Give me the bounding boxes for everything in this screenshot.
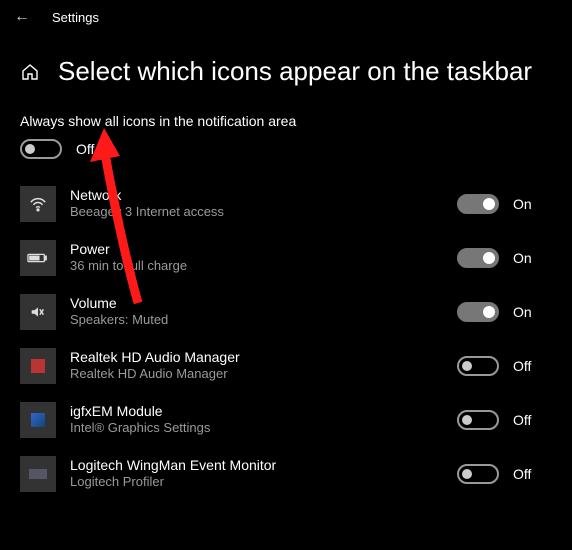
item-title: igfxEM Module [70, 403, 457, 421]
app-name: Settings [52, 10, 99, 25]
item-toggle-state: Off [513, 466, 531, 482]
item-title: Power [70, 241, 457, 259]
list-item: Network Beeagey 3 Internet access On [20, 177, 552, 231]
item-title: Realtek HD Audio Manager [70, 349, 457, 367]
item-subtitle: Beeagey 3 Internet access [70, 204, 457, 221]
master-toggle-label: Always show all icons in the notificatio… [20, 113, 552, 129]
item-toggle-state: On [513, 250, 532, 266]
item-toggle[interactable] [457, 302, 499, 322]
item-toggle-state: On [513, 196, 532, 212]
item-subtitle: Speakers: Muted [70, 312, 457, 329]
item-toggle[interactable] [457, 248, 499, 268]
item-subtitle: Realtek HD Audio Manager [70, 366, 457, 383]
back-button[interactable]: ← [12, 8, 32, 26]
item-title: Volume [70, 295, 457, 313]
item-subtitle: Intel® Graphics Settings [70, 420, 457, 437]
item-toggle[interactable] [457, 410, 499, 430]
item-toggle[interactable] [457, 194, 499, 214]
list-item: Logitech WingMan Event Monitor Logitech … [20, 447, 552, 501]
logitech-icon [20, 456, 56, 492]
item-subtitle: 36 min to full charge [70, 258, 457, 275]
item-toggle[interactable] [457, 356, 499, 376]
item-toggle-state: Off [513, 358, 531, 374]
volume-mute-icon [20, 294, 56, 330]
master-toggle-section: Always show all icons in the notificatio… [20, 113, 552, 159]
page-title: Select which icons appear on the taskbar [58, 56, 532, 87]
item-toggle[interactable] [457, 464, 499, 484]
intel-icon [20, 402, 56, 438]
window-header: ← Settings [0, 0, 572, 34]
master-toggle[interactable] [20, 139, 62, 159]
home-icon[interactable] [20, 62, 40, 82]
master-toggle-state: Off [76, 141, 94, 157]
item-title: Network [70, 187, 457, 205]
list-item: Realtek HD Audio Manager Realtek HD Audi… [20, 339, 552, 393]
wifi-icon [20, 186, 56, 222]
list-item: Power 36 min to full charge On [20, 231, 552, 285]
list-item: Volume Speakers: Muted On [20, 285, 552, 339]
item-title: Logitech WingMan Event Monitor [70, 457, 457, 475]
list-item: igfxEM Module Intel® Graphics Settings O… [20, 393, 552, 447]
item-subtitle: Logitech Profiler [70, 474, 457, 491]
battery-icon [20, 240, 56, 276]
title-row: Select which icons appear on the taskbar [0, 34, 572, 113]
item-toggle-state: Off [513, 412, 531, 428]
realtek-icon [20, 348, 56, 384]
item-toggle-state: On [513, 304, 532, 320]
